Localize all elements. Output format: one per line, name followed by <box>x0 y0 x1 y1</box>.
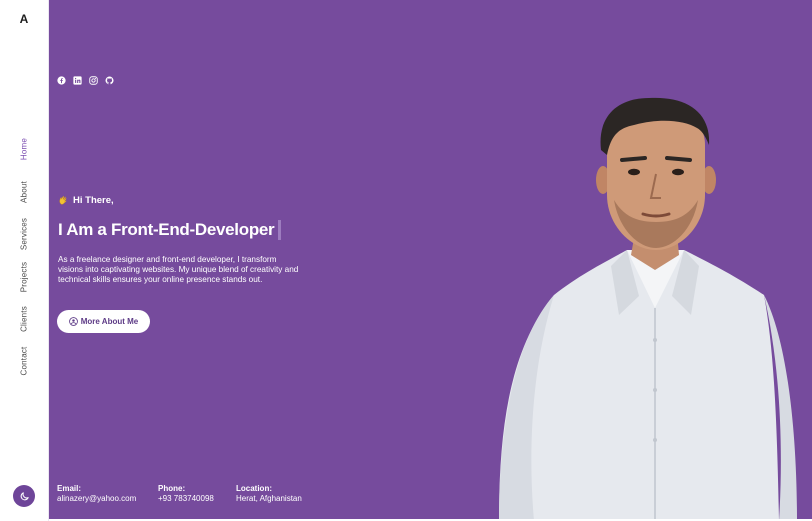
greeting: Hi There, <box>58 195 114 206</box>
nav-services[interactable]: Services <box>20 218 29 250</box>
waving-hand-icon <box>58 195 69 206</box>
nav-projects[interactable]: Projects <box>20 262 29 293</box>
contact-phone: Phone: +93 783740098 <box>158 484 214 504</box>
nav-clients[interactable]: Clients <box>20 306 29 332</box>
location-label: Location: <box>236 484 272 493</box>
moon-icon <box>19 491 30 502</box>
sidebar: A Home About Services Projects Clients C… <box>0 0 49 521</box>
contact-location: Location: Herat, Afghanistan <box>236 484 302 504</box>
more-about-me-label: More About Me <box>80 317 139 326</box>
typing-cursor <box>278 220 282 240</box>
phone-label: Phone: <box>158 484 186 493</box>
nav-contact[interactable]: Contact <box>20 347 29 376</box>
facebook-icon[interactable] <box>57 76 66 85</box>
page: A Home About Services Projects Clients C… <box>0 0 812 521</box>
theme-toggle-button[interactable] <box>13 485 35 507</box>
instagram-icon[interactable] <box>89 76 98 85</box>
social-links <box>57 76 114 85</box>
email-label: Email: <box>57 484 82 493</box>
logo[interactable]: A <box>0 12 48 26</box>
user-circle-icon <box>68 317 78 326</box>
linkedin-icon[interactable] <box>73 76 82 85</box>
more-about-me-button[interactable]: More About Me <box>57 310 150 333</box>
profile-photo <box>499 97 797 519</box>
contact-email: Email: alinazery@yahoo.com <box>57 484 136 504</box>
github-icon[interactable] <box>105 76 114 85</box>
greeting-text: Hi There, <box>73 195 114 206</box>
phone-value[interactable]: +93 783740098 <box>158 494 214 504</box>
headline: I Am a Front-End-Developer <box>58 220 282 240</box>
location-value: Herat, Afghanistan <box>236 494 302 503</box>
hero-section: Hi There, I Am a Front-End-Developer As … <box>49 0 812 519</box>
email-value[interactable]: alinazery@yahoo.com <box>57 494 136 504</box>
nav-home[interactable]: Home <box>20 138 29 160</box>
headline-text: I Am a Front-End-Developer <box>58 220 275 239</box>
nav-about[interactable]: About <box>20 181 29 203</box>
intro-text: As a freelance designer and front-end de… <box>58 255 299 285</box>
